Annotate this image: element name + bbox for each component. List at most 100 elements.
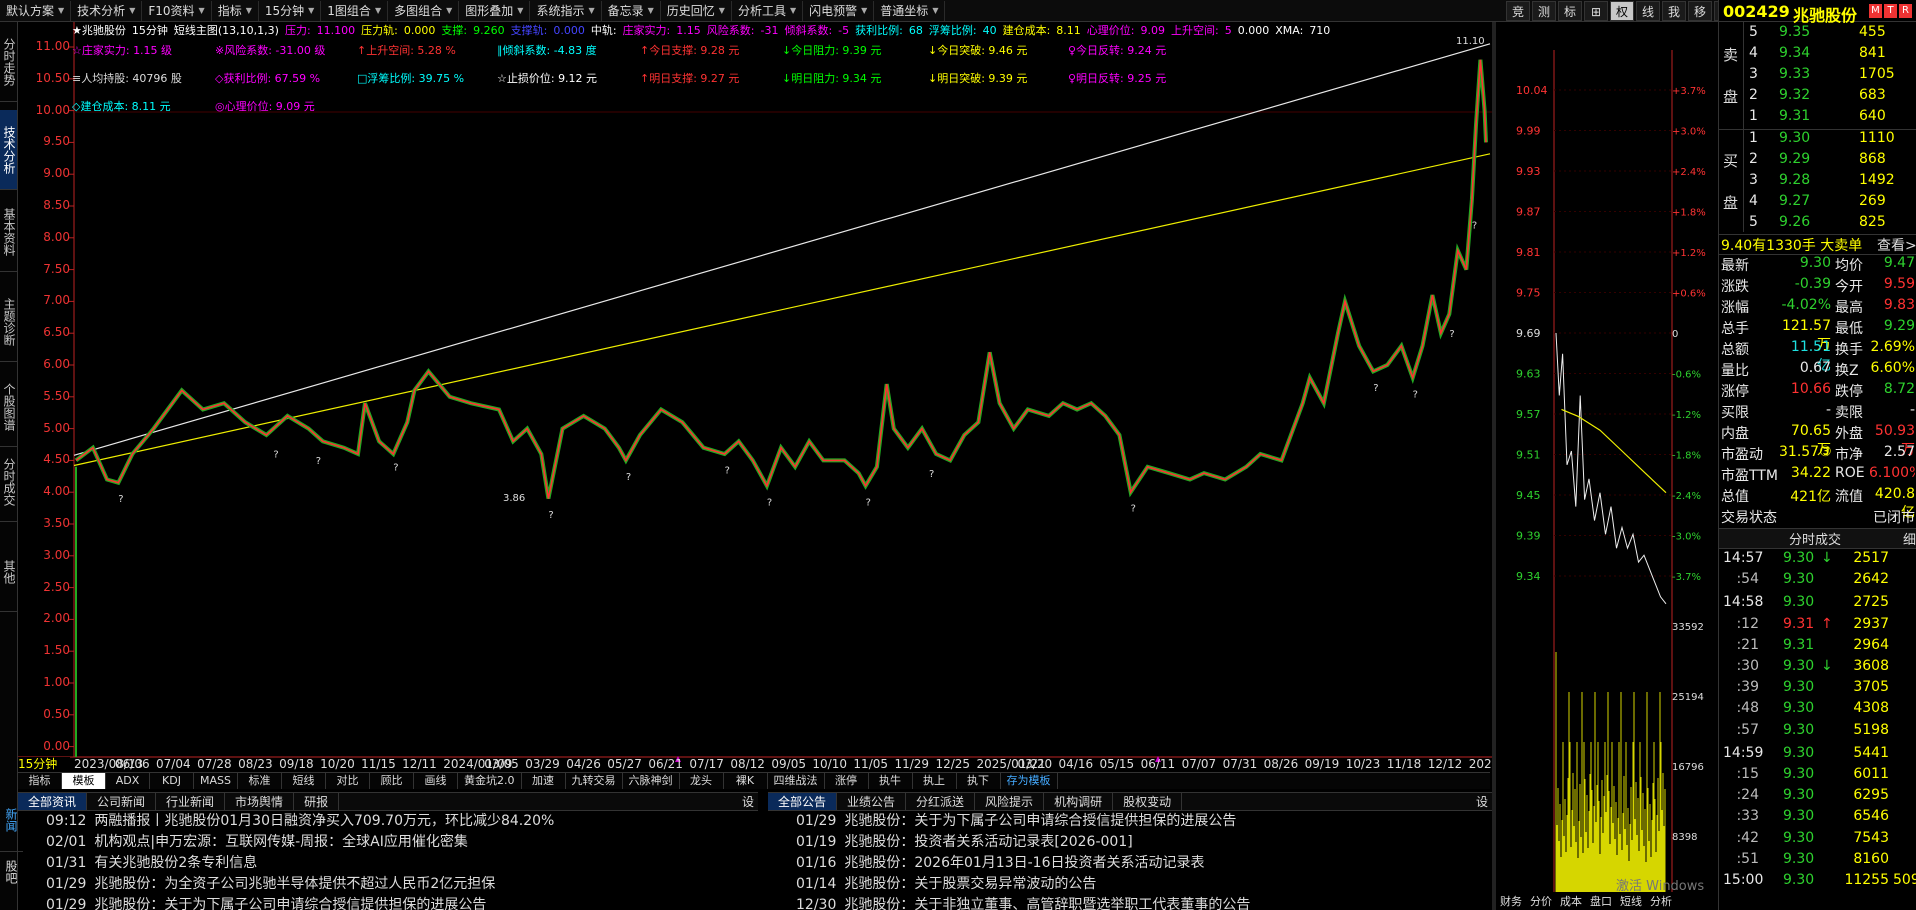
sell-level[interactable]: 3 9.33 1705: [1719, 66, 1916, 87]
menu-3[interactable]: 指标 ▼: [212, 0, 259, 21]
settings-button[interactable]: 设: [738, 793, 758, 810]
buy-level[interactable]: 5 9.26 825: [1719, 214, 1916, 235]
news-tab-4[interactable]: 机构调研: [1044, 793, 1114, 810]
indicator-tab-15[interactable]: 裸K: [724, 773, 768, 789]
news-tab-2[interactable]: 分红派送: [906, 793, 976, 810]
menu-0[interactable]: 默认方案 ▼: [0, 0, 72, 21]
mini-bottom-tab[interactable]: 短线: [1620, 894, 1642, 908]
indicator-tab-18[interactable]: 执牛: [869, 773, 913, 789]
kline-chart[interactable]: ???????????????: [18, 22, 1492, 772]
news-row[interactable]: 01/19 兆驰股份：投资者关系活动记录表[2026-001]: [768, 832, 1492, 853]
indicator-tab-3[interactable]: KDJ: [150, 773, 194, 789]
buy-level[interactable]: 3 9.28 1492: [1719, 172, 1916, 193]
ticks-detail-button[interactable]: 细: [1903, 529, 1916, 548]
badge-R[interactable]: R: [1899, 4, 1912, 18]
left-tab-5[interactable]: 分时成交: [0, 442, 17, 522]
sell-level[interactable]: 4 9.34 841: [1719, 45, 1916, 66]
big-order-row[interactable]: 9.40有1330手 大卖单 查看>: [1719, 234, 1916, 255]
tool-button-0[interactable]: 竞: [1506, 1, 1530, 21]
indicator-tab-8[interactable]: 顾比: [370, 773, 414, 789]
news-tab-0[interactable]: 全部公告: [768, 793, 838, 810]
indicator-tab-1[interactable]: 模板: [62, 773, 106, 789]
left-tab-4[interactable]: 个股图谱: [0, 367, 17, 447]
menu-5[interactable]: 1图组合 ▼: [321, 0, 389, 21]
tool-button-4[interactable]: 权: [1610, 1, 1634, 21]
left-tab-6[interactable]: 其他: [0, 532, 17, 612]
left-tab-2[interactable]: 基本资料: [0, 192, 17, 272]
indicator-tab-0[interactable]: 指标: [18, 773, 62, 789]
mini-bottom-tab[interactable]: 财务: [1500, 894, 1522, 908]
indicator-tab-4[interactable]: MASS: [194, 773, 238, 789]
news-tab-0[interactable]: 全部资讯: [18, 793, 88, 810]
mini-bottom-tab[interactable]: 分析: [1650, 894, 1672, 908]
indicator-tab-10[interactable]: 黄金坑2.0: [458, 773, 522, 789]
news-tab-3[interactable]: 市场舆情: [225, 793, 295, 810]
tool-button-6[interactable]: 我: [1662, 1, 1686, 21]
news-row[interactable]: 01/29 兆驰股份：为全资子公司兆驰半导体提供不超过人民币2亿元担保: [18, 874, 758, 895]
indicator-tab-5[interactable]: 标准: [238, 773, 282, 789]
news-row[interactable]: 01/14 兆驰股份：关于股票交易异常波动的公告: [768, 874, 1492, 895]
buy-level[interactable]: 1 9.30 1110: [1719, 130, 1916, 151]
indicator-tab-2[interactable]: ADX: [106, 773, 150, 789]
tool-button-3[interactable]: ⊞: [1584, 1, 1608, 21]
indicator-tab-21[interactable]: 存为模板: [1001, 773, 1058, 789]
news-tab-5[interactable]: 股权变动: [1113, 793, 1183, 810]
buy-level[interactable]: 2 9.29 868: [1719, 151, 1916, 172]
mini-bottom-tab[interactable]: 盘口: [1590, 894, 1612, 908]
indicator-tab-14[interactable]: 龙头: [680, 773, 724, 789]
sell-level[interactable]: 5 9.35 455: [1719, 24, 1916, 45]
menu-1[interactable]: 技术分析 ▼: [71, 0, 143, 21]
menu-8[interactable]: 系统指示 ▼: [530, 0, 602, 21]
indicator-tab-17[interactable]: 涨停: [825, 773, 869, 789]
settings-button[interactable]: 设: [1472, 793, 1492, 810]
news-row[interactable]: 02/01 机构观点|申万宏源：互联网传媒-周报：全球AI应用催化密集: [18, 832, 758, 853]
tool-button-1[interactable]: 测: [1532, 1, 1556, 21]
intraday-mini-chart[interactable]: 10.04 +3.7% 9.99 +3.0% 9.93 +2.4% 9.87 +1.8% 9.8…: [1496, 22, 1718, 910]
indicator-tab-19[interactable]: 执上: [913, 773, 957, 789]
menu-11[interactable]: 分析工具 ▼: [732, 0, 804, 21]
news-tab-4[interactable]: 研报: [294, 793, 340, 810]
indicator-tab-20[interactable]: 执下: [957, 773, 1001, 789]
period-label[interactable]: 15分钟: [18, 757, 70, 771]
tool-button-2[interactable]: 标: [1558, 1, 1582, 21]
news-tab-2[interactable]: 行业新闻: [156, 793, 226, 810]
indicator-tab-13[interactable]: 六脉神剑: [623, 773, 680, 789]
news-tab-1[interactable]: 公司新闻: [87, 793, 157, 810]
mini-bottom-tab[interactable]: 分价: [1530, 895, 1552, 908]
indicator-tab-9[interactable]: 画线: [414, 773, 458, 789]
indicator-tab-7[interactable]: 对比: [326, 773, 370, 789]
indicator-tab-16[interactable]: 四维战法: [768, 773, 825, 789]
left-tab-3[interactable]: 主题诊断: [0, 282, 17, 362]
stock-name: 兆驰股份: [1793, 6, 1858, 25]
tool-button-5[interactable]: 线: [1636, 1, 1660, 21]
news-row[interactable]: 01/16 兆驰股份：2026年01月13日-16日投资者关系活动记录表: [768, 853, 1492, 874]
news-row[interactable]: 01/29 兆驰股份：关于为下属子公司申请综合授信提供担保的进展公告: [18, 895, 758, 910]
tool-button-7[interactable]: 移: [1688, 1, 1712, 21]
menu-7[interactable]: 图形叠加 ▼: [459, 0, 531, 21]
news-tab-1[interactable]: 业绩公告: [837, 793, 907, 810]
menu-6[interactable]: 多图组合 ▼: [388, 0, 460, 21]
menu-10[interactable]: 历史回忆 ▼: [661, 0, 732, 21]
news-row[interactable]: 12/30 兆驰股份：关于非独立董事、高管辞职暨选举职工代表董事的公告: [768, 895, 1492, 910]
news-row[interactable]: 09:12 两融播报丨兆驰股份01月30日融资净买入709.70万元，环比减少84…: [18, 811, 758, 832]
badge-T[interactable]: T: [1884, 4, 1897, 18]
sell-level[interactable]: 2 9.32 683: [1719, 87, 1916, 108]
news-row[interactable]: 01/31 有关兆驰股份2条专利信息: [18, 853, 758, 874]
sell-level[interactable]: 1 9.31 640: [1719, 108, 1916, 129]
left-tab-0[interactable]: 分时走势: [0, 22, 17, 102]
buy-level[interactable]: 4 9.27 269: [1719, 193, 1916, 214]
badge-M[interactable]: M: [1869, 4, 1882, 18]
menu-4[interactable]: 15分钟 ▼: [259, 0, 322, 21]
indicator-tab-12[interactable]: 九转交易: [566, 773, 623, 789]
menu-2[interactable]: F10资料 ▼: [142, 0, 212, 21]
big-order-more[interactable]: 查看>: [1877, 235, 1916, 255]
indicator-tab-6[interactable]: 短线: [282, 773, 326, 789]
mini-bottom-tab[interactable]: 成本: [1560, 894, 1582, 908]
news-row[interactable]: 01/29 兆驰股份：关于为下属子公司申请综合授信提供担保的进展公告: [768, 811, 1492, 832]
left-tab-1[interactable]: 技术分析: [0, 110, 17, 190]
menu-9[interactable]: 备忘录 ▼: [602, 0, 661, 21]
news-tab-3[interactable]: 风险提示: [975, 793, 1045, 810]
indicator-tab-11[interactable]: 加速: [522, 773, 566, 789]
menu-13[interactable]: 普通坐标 ▼: [874, 0, 946, 21]
menu-12[interactable]: 闪电预警 ▼: [803, 0, 875, 21]
